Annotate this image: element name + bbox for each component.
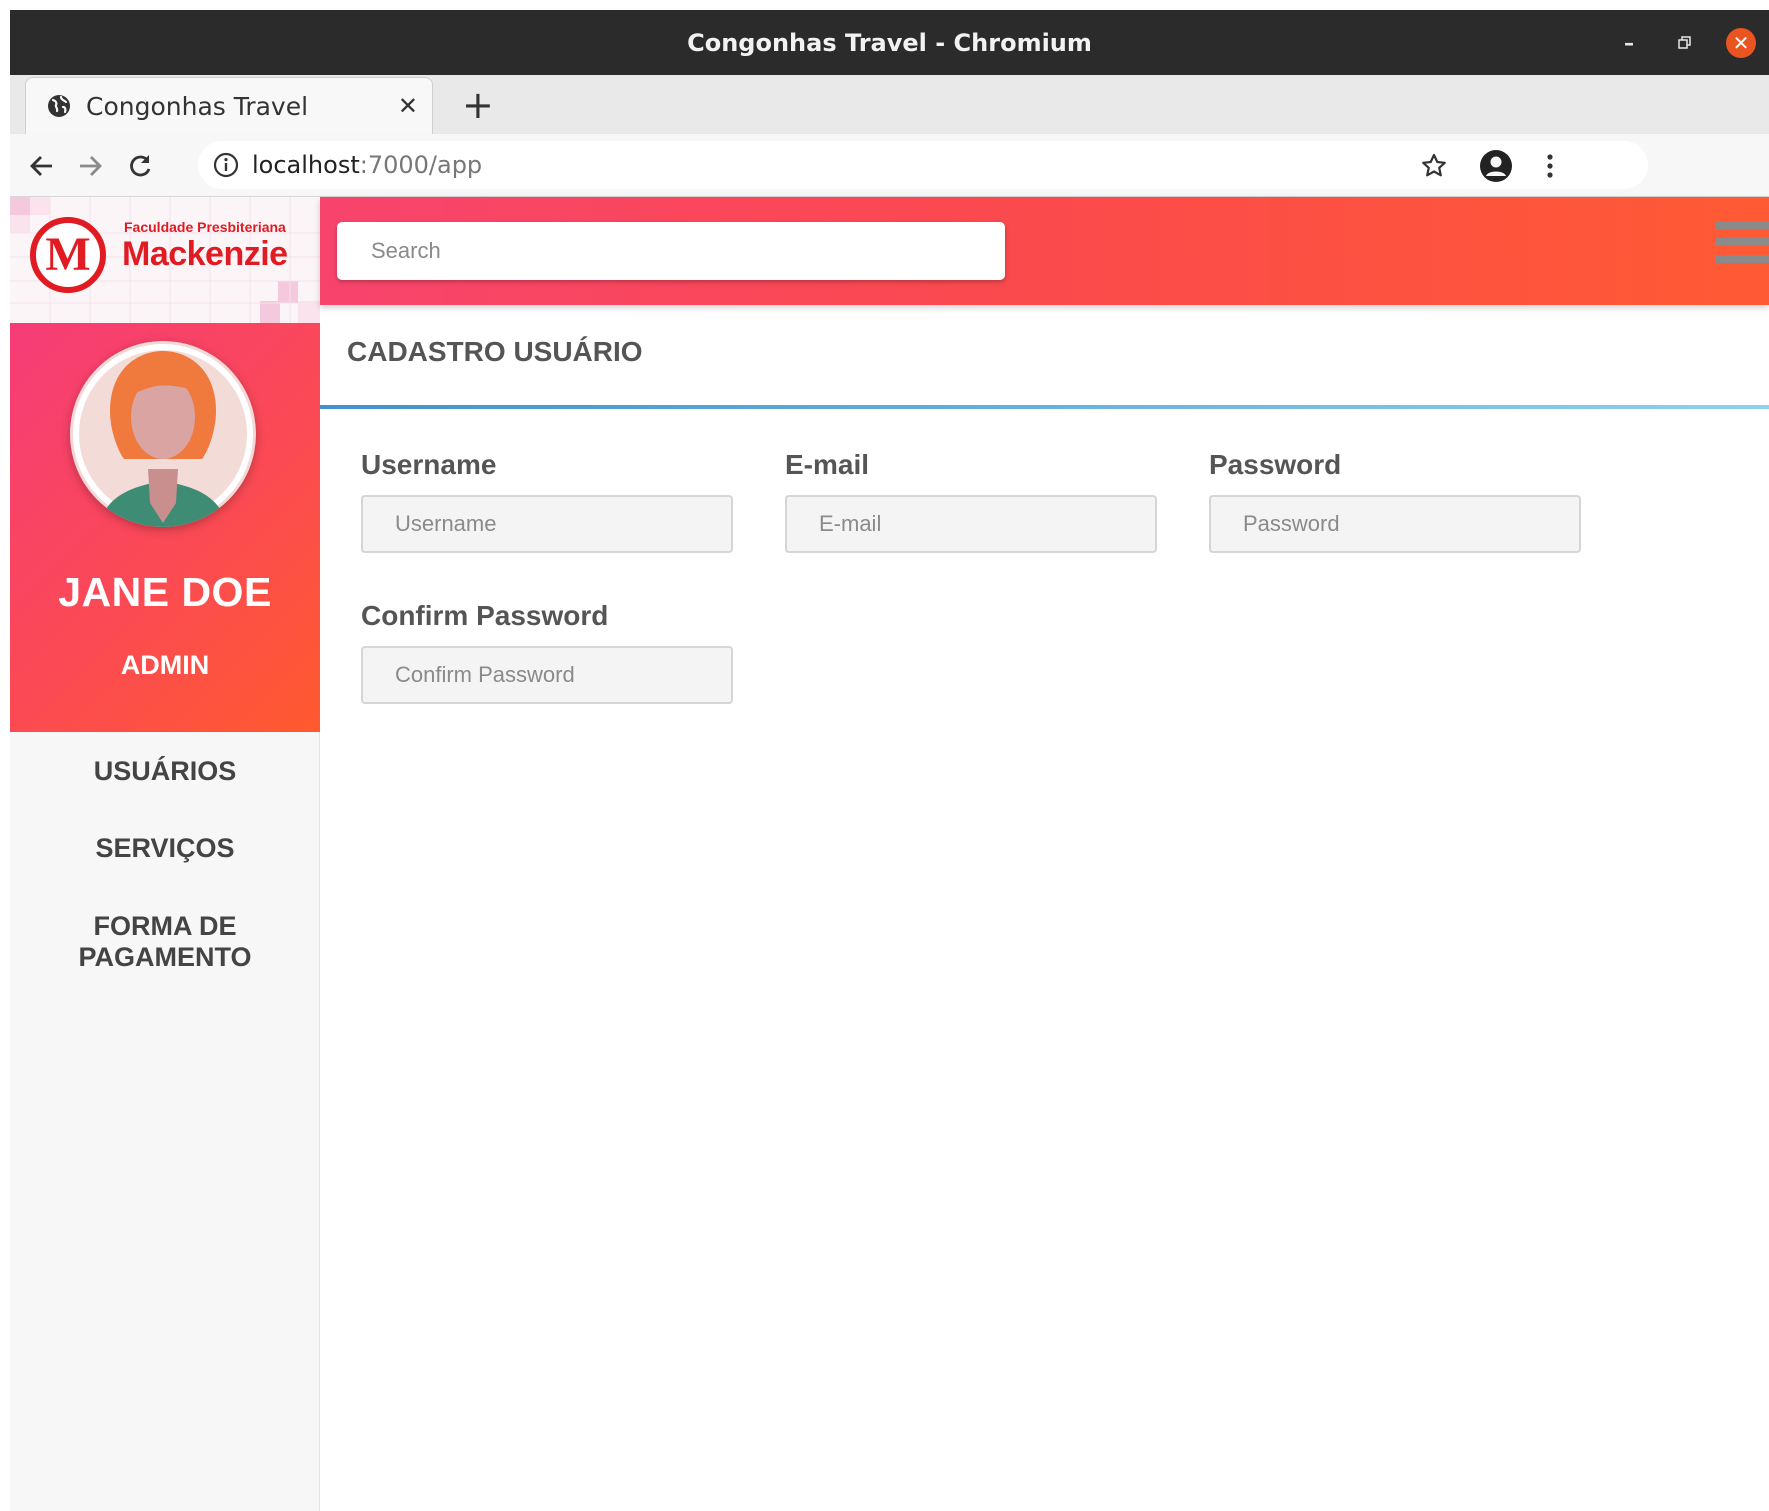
close-icon[interactable]: ✕ xyxy=(1713,15,1769,71)
email-label: E-mail xyxy=(785,449,870,480)
tab-title: Congonhas Travel xyxy=(86,91,309,121)
globe-icon xyxy=(48,95,70,117)
sidebar: M Faculdade Presbiteriana Mackenzie JANE… xyxy=(10,197,320,1511)
window-controls: – ✕ xyxy=(1601,10,1769,75)
user-role: ADMIN xyxy=(120,650,210,680)
back-arrow-icon[interactable] xyxy=(22,146,62,186)
minimize-icon[interactable]: – xyxy=(1601,15,1657,71)
restore-icon[interactable] xyxy=(1657,15,1713,71)
account-icon[interactable] xyxy=(1476,146,1516,186)
page-title: CADASTRO USUÁRIO xyxy=(347,336,643,367)
window-titlebar: Congonhas Travel - Chromium – ✕ xyxy=(10,10,1769,75)
password-group: Password xyxy=(1209,449,1581,553)
username-field[interactable] xyxy=(361,495,733,553)
bookmark-star-icon[interactable] xyxy=(1414,146,1454,186)
logo-letter: M xyxy=(45,228,91,281)
top-navbar xyxy=(320,197,1769,305)
user-name: JANE DOE xyxy=(58,569,272,615)
sidebar-item-forma-de-pagamento[interactable]: FORMA DE PAGAMENTO xyxy=(10,891,320,991)
url-host: localhost xyxy=(252,151,360,179)
page-viewport: M Faculdade Presbiteriana Mackenzie JANE… xyxy=(10,197,1769,1511)
avatar[interactable] xyxy=(70,341,256,527)
sidebar-menu: USUÁRIOS SERVIÇOS FORMA DE PAGAMENTO xyxy=(10,732,320,991)
hamburger-menu-icon[interactable] xyxy=(1715,221,1769,273)
confirm-password-label: Confirm Password xyxy=(361,600,609,631)
menu-dots-icon[interactable] xyxy=(1530,146,1570,186)
window-title: Congonhas Travel - Chromium xyxy=(687,28,1092,57)
logo-title: Mackenzie xyxy=(122,235,288,273)
reload-icon[interactable] xyxy=(120,146,160,186)
browser-tab[interactable]: Congonhas Travel ✕ xyxy=(25,77,433,134)
password-field[interactable] xyxy=(1209,495,1581,553)
email-group: E-mail xyxy=(785,449,1157,553)
url-path: :7000/app xyxy=(359,151,483,179)
username-label: Username xyxy=(361,449,497,480)
tab-close-icon[interactable]: ✕ xyxy=(398,92,418,121)
sidebar-item-usuarios[interactable]: USUÁRIOS xyxy=(10,732,320,811)
search-input[interactable] xyxy=(337,222,1005,280)
tab-strip: Congonhas Travel ✕ + xyxy=(10,75,1769,135)
confirm-password-field[interactable] xyxy=(361,646,733,704)
url-text: localhost:7000/app xyxy=(252,151,482,179)
password-label: Password xyxy=(1209,449,1342,480)
info-icon[interactable] xyxy=(212,151,240,179)
email-field[interactable] xyxy=(785,495,1157,553)
page-header: CADASTRO USUÁRIO xyxy=(320,305,1769,409)
confirm-password-group: Confirm Password xyxy=(361,600,733,704)
username-group: Username xyxy=(361,449,733,553)
profile-card: JANE DOE ADMIN xyxy=(10,323,320,732)
brand-logo[interactable]: M Faculdade Presbiteriana Mackenzie xyxy=(10,197,320,323)
new-tab-button[interactable]: + xyxy=(462,83,494,127)
logo-subtitle: Faculdade Presbiteriana xyxy=(124,219,286,235)
sidebar-item-servicos[interactable]: SERVIÇOS xyxy=(10,811,320,891)
browser-toolbar: localhost:7000/app xyxy=(10,134,1769,197)
forward-arrow-icon[interactable] xyxy=(70,146,110,186)
